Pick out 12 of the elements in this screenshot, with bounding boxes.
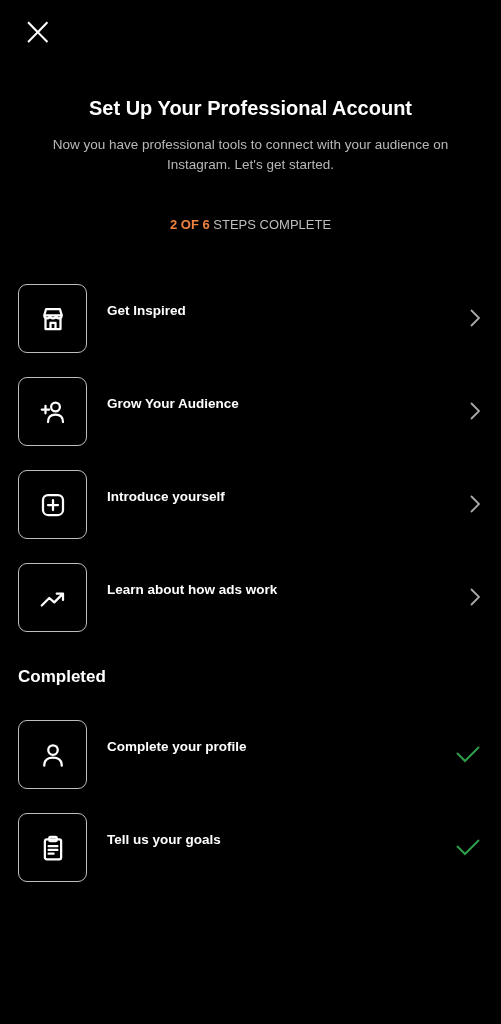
progress-label: STEPS COMPLETE bbox=[213, 217, 332, 232]
step-item[interactable]: Complete your profile bbox=[18, 720, 501, 789]
step-item[interactable]: Get Inspired bbox=[18, 284, 501, 353]
step-item[interactable]: Tell us your goals bbox=[18, 813, 501, 882]
close-button[interactable]: × bbox=[21, 18, 55, 44]
step-count: 2 OF 6 bbox=[169, 217, 210, 232]
subtitle: Now you have professional tools to connect with your audience on Instagram. Let's get started. bbox=[51, 136, 450, 174]
step-item[interactable]: Introduce yourself bbox=[18, 470, 501, 539]
step-item[interactable]: Grow Your Audience bbox=[18, 377, 501, 446]
page-title: Set Up Your Professional Account bbox=[88, 97, 413, 120]
step-item[interactable]: Learn about how ads work bbox=[18, 563, 501, 632]
section-heading: Completed bbox=[18, 667, 107, 687]
